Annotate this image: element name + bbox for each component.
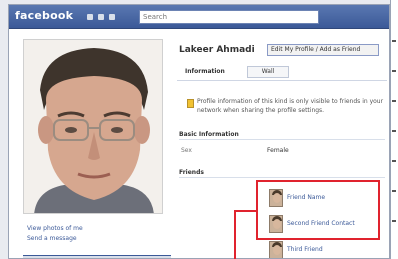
photo-link-2[interactable]: Send a message [27,235,77,243]
text-fragment [392,160,396,162]
notice-text: Profile information of this kind is only… [197,98,384,114]
profile-action-button[interactable]: Edit My Profile / Add as Friend [267,44,379,56]
tab-wall[interactable]: Wall [247,66,289,78]
text-fragment [392,130,396,132]
photo-link-1[interactable]: View photos of me [27,225,83,233]
portrait-image [24,40,162,213]
tab-information[interactable]: Information [185,68,225,75]
nav-icons [87,14,115,20]
facebook-logo[interactable]: facebook [15,9,73,22]
red-pointer-line [234,210,236,259]
profile-name: Lakeer Ahmadi [179,45,255,55]
red-pointer-line [234,210,256,212]
basic-info-heading: Basic Information [179,131,385,140]
info-label-sex: Sex [181,147,192,154]
friend-item[interactable]: Third Friend [269,239,379,258]
notifications-icon[interactable] [109,14,115,20]
search-input[interactable]: Search [139,10,319,24]
sidebar-section-bar [23,255,171,258]
text-fragment [392,190,396,192]
lock-icon [187,99,194,108]
text-fragment [392,100,396,102]
profile-sidebar: View photos of me Send a message [23,39,173,258]
text-fragment [392,70,396,72]
friend-name[interactable]: Third Friend [287,246,323,253]
text-fragment [392,40,396,42]
friends-heading: Friends [179,169,385,178]
friend-requests-icon[interactable] [87,14,93,20]
messages-icon[interactable] [98,14,104,20]
info-value-sex: Female [267,147,289,154]
top-navigation-bar: facebook Search [9,5,389,29]
profile-tabs: Information Wall [177,65,387,81]
text-fragment [392,220,396,222]
profile-photo[interactable] [23,39,163,214]
friend-avatar [269,241,283,258]
red-highlight-box [256,180,380,240]
